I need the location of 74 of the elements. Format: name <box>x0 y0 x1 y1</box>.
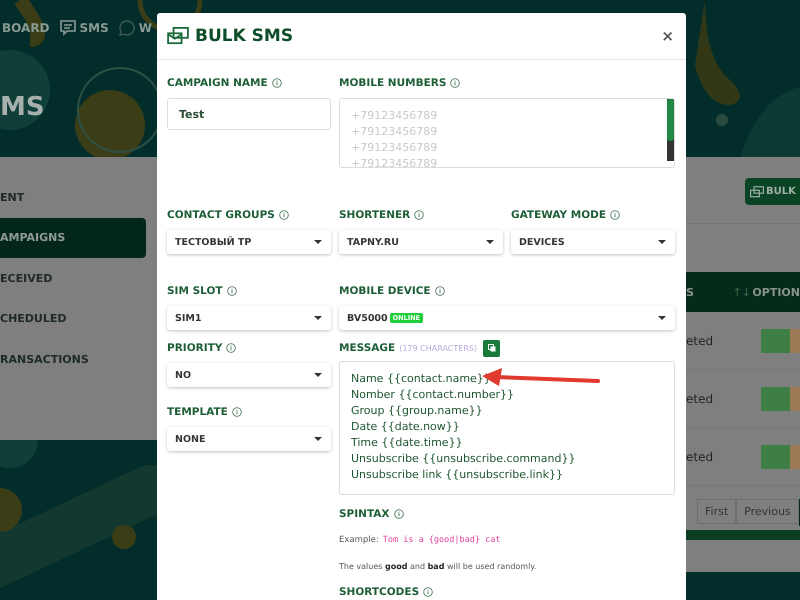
caret-icon <box>314 437 322 441</box>
code-sample: Tom is a {good|bad} cat <box>382 535 500 545</box>
message-textarea[interactable]: Name {{contact.name}} Nomber {{contact.number}} Group {{group.name}} Date {{date.now}} Time {{date.time}} Unsubscribe {{unsubscribe.command}} Unsubscribe link {{unsubscribe.link}} <box>339 361 675 495</box>
sidebar-item[interactable]: AMPAIGNS <box>0 218 146 258</box>
dropdown[interactable]: ТЕСТОВЫЙ ТР <box>167 230 331 254</box>
info-icon <box>423 587 434 597</box>
dropdown[interactable]: DEVICES <box>511 230 675 254</box>
chat-icon <box>60 20 76 36</box>
field-label: MOBILE DEVICE <box>339 285 431 297</box>
field-label: TEMPLATE <box>167 406 228 418</box>
sidebar-item[interactable]: ENT <box>0 177 146 218</box>
field-label: SHORTENER <box>339 209 410 221</box>
nav-link[interactable]: BOARD <box>2 21 50 35</box>
info-icon <box>272 78 282 88</box>
play-button[interactable] <box>760 444 790 468</box>
caret-icon <box>314 316 322 320</box>
modal-title: BULK SMS <box>195 26 294 46</box>
info-icon <box>226 343 236 353</box>
nav-link[interactable]: W <box>138 21 152 35</box>
info-icon <box>414 210 424 220</box>
caret-icon <box>658 316 666 320</box>
copy-button[interactable] <box>483 340 500 356</box>
dropdown[interactable]: NO <box>167 363 331 387</box>
caret-icon <box>658 240 666 244</box>
caret-icon <box>314 373 322 377</box>
dropdown[interactable]: SIM1 <box>167 306 331 330</box>
nav-link[interactable]: SMS <box>80 21 109 35</box>
bulk-sms-button[interactable]: BULK <box>745 178 800 205</box>
scrollbar[interactable] <box>667 99 674 161</box>
dropdown[interactable]: NONE <box>167 427 331 451</box>
sidebar-item[interactable]: ECEIVED <box>0 258 146 298</box>
info-icon <box>610 210 620 220</box>
info-icon <box>226 286 237 296</box>
section-label: SHORTCODES <box>339 586 420 598</box>
messages-icon <box>167 27 189 45</box>
dropdown[interactable]: TAPNY.RU <box>339 230 503 254</box>
caret-icon <box>486 240 494 244</box>
field-label: SIM SLOT <box>167 285 223 297</box>
play-button[interactable] <box>760 328 790 352</box>
play-button[interactable] <box>760 386 790 410</box>
table-cell-text: eted <box>686 334 714 348</box>
field-label: GATEWAY MODE <box>511 209 606 221</box>
column-header: OPTION <box>752 286 800 298</box>
character-count: (179 CHARACTERS) <box>399 344 478 352</box>
caret-icon <box>314 240 322 244</box>
spintax-note: The values good and bad will be used randomly. <box>339 562 538 571</box>
column-header: S <box>686 286 695 298</box>
action-button[interactable] <box>790 386 800 410</box>
info-icon <box>434 286 445 296</box>
info-icon <box>394 509 404 519</box>
table-cell-text: eted <box>686 392 714 406</box>
field-label: CAMPAIGN NAME <box>167 77 268 89</box>
page-title: MS <box>0 94 45 120</box>
field-label: MESSAGE <box>339 342 396 354</box>
section-label: SPINTAX <box>339 508 390 520</box>
field-label: PRIORITY <box>167 342 222 354</box>
example-label: Example: <box>339 535 379 545</box>
table-cell-text: eted <box>686 450 714 464</box>
pagination-button[interactable]: First <box>697 499 736 524</box>
copy-icon <box>488 344 496 352</box>
info-icon <box>450 78 460 88</box>
info-icon <box>232 407 242 417</box>
close-button[interactable]: × <box>661 27 674 45</box>
pagination-button[interactable]: Previous <box>736 499 799 524</box>
sidebar-item[interactable]: CHEDULED <box>0 298 146 339</box>
phone-bubble-icon <box>118 20 135 36</box>
messages-icon <box>750 186 764 198</box>
sidebar-item[interactable]: RANSACTIONS <box>0 339 146 380</box>
action-button[interactable] <box>790 444 800 468</box>
action-button[interactable] <box>790 328 800 352</box>
input-field[interactable]: Test <box>167 98 331 130</box>
info-icon <box>278 210 289 220</box>
field-label: CONTACT GROUPS <box>167 209 275 221</box>
field-label: MOBILE NUMBERS <box>339 77 446 89</box>
